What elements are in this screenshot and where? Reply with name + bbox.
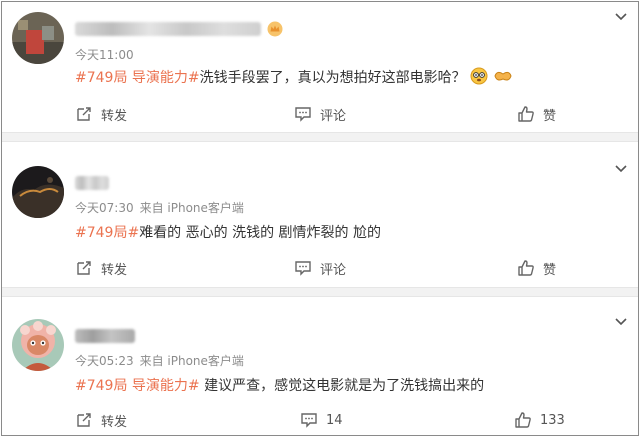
- chevron-down-icon[interactable]: [614, 12, 628, 22]
- like-label: 赞: [543, 262, 557, 278]
- post-source[interactable]: 来自 iPhone客户端: [140, 354, 244, 368]
- post-body: 难看的 恶心的 洗钱的 剧情炸裂的 尬的: [139, 225, 381, 241]
- comment-button[interactable]: 评论: [294, 102, 346, 126]
- repost-button[interactable]: 转发: [75, 256, 127, 280]
- comment-item: 今天05:23 来自 iPhone客户端 #749局 导演能力# 建议严查，感觉这…: [2, 297, 638, 435]
- hashtag-link[interactable]: #749局 导演能力#: [75, 378, 200, 394]
- like-button[interactable]: 赞: [517, 256, 556, 280]
- post-source[interactable]: 来自 iPhone客户端: [140, 201, 244, 215]
- comment-icon: [295, 107, 311, 122]
- repost-button[interactable]: 转发: [75, 102, 127, 126]
- post-time: 今天05:23: [75, 354, 134, 368]
- comment-label: 评论: [320, 108, 347, 124]
- comment-label: 评论: [320, 262, 347, 278]
- comment-count: 14: [326, 412, 343, 428]
- repost-icon: [77, 107, 91, 121]
- username-blurred[interactable]: [75, 20, 285, 38]
- comment-item: 今天11:00 #749局 导演能力#洗钱手段罢了，真以为想拍好这部电影哈？ 转…: [2, 2, 638, 132]
- emoji-icon: [470, 67, 488, 85]
- vip-crown-icon: [267, 21, 283, 37]
- avatar[interactable]: [12, 12, 64, 64]
- hashtag-link[interactable]: #749局#: [75, 225, 139, 241]
- chevron-down-icon[interactable]: [614, 317, 628, 327]
- repost-button[interactable]: 转发: [75, 408, 127, 432]
- like-button[interactable]: 133: [514, 408, 565, 432]
- avatar[interactable]: [12, 319, 64, 371]
- post-body: 洗钱手段罢了，真以为想拍好这部电影哈？: [199, 70, 466, 86]
- thumb-up-icon: [515, 412, 531, 428]
- like-label: 赞: [543, 108, 557, 124]
- comment-item: 今天07:30 来自 iPhone客户端 #749局#难看的 恶心的 洗钱的 剧情…: [2, 142, 638, 287]
- thumb-up-icon: [518, 260, 534, 276]
- repost-label: 转发: [101, 414, 128, 430]
- post-text: #749局 导演能力# 建议严查，感觉这电影就是为了洗钱搞出来的: [75, 375, 484, 395]
- hashtag-link[interactable]: #749局 导演能力#: [75, 70, 200, 86]
- avatar[interactable]: [12, 166, 64, 218]
- divider: [2, 132, 638, 142]
- action-bar: 转发 评论 赞: [2, 102, 638, 126]
- action-bar: 转发 评论 赞: [2, 256, 638, 280]
- post-body: 建议严查，感觉这电影就是为了洗钱搞出来的: [199, 378, 485, 394]
- post-meta: 今天07:30 来自 iPhone客户端: [75, 199, 250, 216]
- comment-icon: [301, 413, 317, 428]
- comment-feed: 今天11:00 #749局 导演能力#洗钱手段罢了，真以为想拍好这部电影哈？ 转…: [1, 1, 639, 436]
- action-bar: 转发 14 133: [2, 408, 638, 432]
- comment-button[interactable]: 评论: [294, 256, 346, 280]
- username-blurred[interactable]: [75, 327, 139, 345]
- emoji-icon: [494, 71, 512, 81]
- post-text: #749局#难看的 恶心的 洗钱的 剧情炸裂的 尬的: [75, 222, 381, 242]
- like-button[interactable]: 赞: [517, 102, 556, 126]
- like-count: 133: [540, 412, 565, 428]
- username-blurred[interactable]: [75, 174, 115, 192]
- post-time: 今天11:00: [75, 48, 134, 62]
- post-time: 今天07:30: [75, 201, 134, 215]
- repost-label: 转发: [101, 108, 128, 124]
- divider: [2, 287, 638, 297]
- post-text: #749局 导演能力#洗钱手段罢了，真以为想拍好这部电影哈？: [75, 67, 513, 87]
- thumb-up-icon: [518, 106, 534, 122]
- chevron-down-icon[interactable]: [614, 164, 628, 174]
- post-meta: 今天11:00: [75, 46, 146, 63]
- post-meta: 今天05:23 来自 iPhone客户端: [75, 352, 250, 369]
- repost-icon: [77, 261, 91, 275]
- repost-icon: [77, 413, 91, 427]
- comment-button[interactable]: 14: [300, 408, 343, 432]
- comment-icon: [295, 261, 311, 276]
- repost-label: 转发: [101, 262, 128, 278]
